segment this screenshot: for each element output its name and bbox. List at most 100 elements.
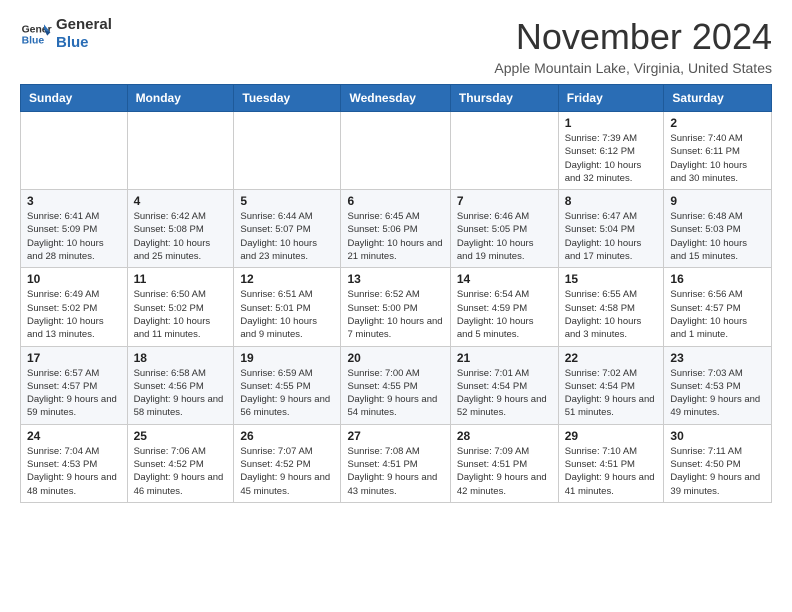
day-info: Sunrise: 7:01 AM Sunset: 4:54 PM Dayligh… [457,367,552,420]
day-header-wednesday: Wednesday [341,85,450,112]
day-header-monday: Monday [127,85,234,112]
calendar-cell: 5Sunrise: 6:44 AM Sunset: 5:07 PM Daylig… [234,190,341,268]
calendar-cell [127,112,234,190]
svg-text:Blue: Blue [22,36,45,47]
day-info: Sunrise: 7:40 AM Sunset: 6:11 PM Dayligh… [670,132,765,185]
day-number: 4 [134,194,228,208]
day-number: 22 [565,351,658,365]
day-info: Sunrise: 6:42 AM Sunset: 5:08 PM Dayligh… [134,210,228,263]
calendar-cell: 10Sunrise: 6:49 AM Sunset: 5:02 PM Dayli… [21,268,128,346]
day-number: 21 [457,351,552,365]
calendar-cell: 9 Sunrise: 6:48 AM Sunset: 5:03 PM Daylig… [664,190,772,268]
day-header-tuesday: Tuesday [234,85,341,112]
calendar-cell: 20Sunrise: 7:00 AM Sunset: 4:55 PM Dayli… [341,346,450,424]
day-info: Sunrise: 6:56 AM Sunset: 4:57 PM Dayligh… [670,288,765,341]
calendar-week-1: 1 Sunrise: 7:39 AM Sunset: 6:12 PM Daylig… [21,112,772,190]
calendar-week-2: 3Sunrise: 6:41 AM Sunset: 5:09 PM Daylig… [21,190,772,268]
calendar-cell: 11 Sunrise: 6:50 AM Sunset: 5:02 PM Dayli… [127,268,234,346]
calendar-cell [234,112,341,190]
calendar-cell: 29Sunrise: 7:10 AM Sunset: 4:51 PM Dayli… [558,424,664,502]
day-header-friday: Friday [558,85,664,112]
day-info: Sunrise: 6:52 AM Sunset: 5:00 PM Dayligh… [347,288,443,341]
calendar-cell: 1 Sunrise: 7:39 AM Sunset: 6:12 PM Daylig… [558,112,664,190]
day-info: Sunrise: 6:54 AM Sunset: 4:59 PM Dayligh… [457,288,552,341]
header: General Blue General Blue November 2024 … [20,16,772,76]
day-info: Sunrise: 7:08 AM Sunset: 4:51 PM Dayligh… [347,445,443,498]
calendar-cell: 8 Sunrise: 6:47 AM Sunset: 5:04 PM Daylig… [558,190,664,268]
calendar-week-5: 24 Sunrise: 7:04 AM Sunset: 4:53 PM Dayli… [21,424,772,502]
day-info: Sunrise: 6:57 AM Sunset: 4:57 PM Dayligh… [27,367,121,420]
day-info: Sunrise: 7:11 AM Sunset: 4:50 PM Dayligh… [670,445,765,498]
calendar-cell: 26 Sunrise: 7:07 AM Sunset: 4:52 PM Dayli… [234,424,341,502]
day-number: 15 [565,272,658,286]
day-number: 2 [670,116,765,130]
page: General Blue General Blue November 2024 … [0,0,792,523]
day-info: Sunrise: 6:46 AM Sunset: 5:05 PM Dayligh… [457,210,552,263]
day-header-saturday: Saturday [664,85,772,112]
day-info: Sunrise: 7:04 AM Sunset: 4:53 PM Dayligh… [27,445,121,498]
day-number: 27 [347,429,443,443]
calendar-cell [450,112,558,190]
day-number: 1 [565,116,658,130]
day-info: Sunrise: 6:59 AM Sunset: 4:55 PM Dayligh… [240,367,334,420]
day-info: Sunrise: 7:06 AM Sunset: 4:52 PM Dayligh… [134,445,228,498]
day-info: Sunrise: 7:39 AM Sunset: 6:12 PM Dayligh… [565,132,658,185]
day-number: 14 [457,272,552,286]
day-info: Sunrise: 6:55 AM Sunset: 4:58 PM Dayligh… [565,288,658,341]
calendar-cell: 24 Sunrise: 7:04 AM Sunset: 4:53 PM Dayli… [21,424,128,502]
day-number: 6 [347,194,443,208]
day-number: 30 [670,429,765,443]
day-number: 13 [347,272,443,286]
calendar-cell: 6 Sunrise: 6:45 AM Sunset: 5:06 PM Daylig… [341,190,450,268]
day-info: Sunrise: 7:03 AM Sunset: 4:53 PM Dayligh… [670,367,765,420]
calendar-cell: 25 Sunrise: 7:06 AM Sunset: 4:52 PM Dayli… [127,424,234,502]
day-number: 23 [670,351,765,365]
day-number: 26 [240,429,334,443]
calendar-cell: 28 Sunrise: 7:09 AM Sunset: 4:51 PM Dayli… [450,424,558,502]
calendar-cell: 21 Sunrise: 7:01 AM Sunset: 4:54 PM Dayli… [450,346,558,424]
day-number: 19 [240,351,334,365]
calendar-cell: 16 Sunrise: 6:56 AM Sunset: 4:57 PM Dayli… [664,268,772,346]
logo: General Blue General Blue [20,16,112,52]
day-number: 5 [240,194,334,208]
month-title: November 2024 [494,16,772,58]
day-info: Sunrise: 6:51 AM Sunset: 5:01 PM Dayligh… [240,288,334,341]
day-number: 20 [347,351,443,365]
day-number: 24 [27,429,121,443]
day-info: Sunrise: 6:49 AM Sunset: 5:02 PM Dayligh… [27,288,121,341]
calendar-cell: 7 Sunrise: 6:46 AM Sunset: 5:05 PM Daylig… [450,190,558,268]
day-number: 9 [670,194,765,208]
calendar-cell: 27 Sunrise: 7:08 AM Sunset: 4:51 PM Dayli… [341,424,450,502]
calendar-cell: 17Sunrise: 6:57 AM Sunset: 4:57 PM Dayli… [21,346,128,424]
calendar-cell: 30 Sunrise: 7:11 AM Sunset: 4:50 PM Dayli… [664,424,772,502]
logo-icon: General Blue [20,18,52,50]
day-number: 29 [565,429,658,443]
calendar: SundayMondayTuesdayWednesdayThursdayFrid… [20,84,772,503]
day-number: 11 [134,272,228,286]
calendar-cell: 3Sunrise: 6:41 AM Sunset: 5:09 PM Daylig… [21,190,128,268]
day-number: 12 [240,272,334,286]
day-number: 16 [670,272,765,286]
day-number: 18 [134,351,228,365]
day-header-sunday: Sunday [21,85,128,112]
calendar-cell: 19 Sunrise: 6:59 AM Sunset: 4:55 PM Dayli… [234,346,341,424]
logo-line1: General [56,16,112,34]
calendar-cell: 12 Sunrise: 6:51 AM Sunset: 5:01 PM Dayli… [234,268,341,346]
day-info: Sunrise: 7:09 AM Sunset: 4:51 PM Dayligh… [457,445,552,498]
day-number: 28 [457,429,552,443]
day-info: Sunrise: 6:50 AM Sunset: 5:02 PM Dayligh… [134,288,228,341]
day-number: 25 [134,429,228,443]
day-number: 7 [457,194,552,208]
day-info: Sunrise: 6:45 AM Sunset: 5:06 PM Dayligh… [347,210,443,263]
day-number: 8 [565,194,658,208]
day-info: Sunrise: 7:07 AM Sunset: 4:52 PM Dayligh… [240,445,334,498]
calendar-week-4: 17Sunrise: 6:57 AM Sunset: 4:57 PM Dayli… [21,346,772,424]
calendar-cell: 18Sunrise: 6:58 AM Sunset: 4:56 PM Dayli… [127,346,234,424]
calendar-cell [341,112,450,190]
calendar-cell: 2 Sunrise: 7:40 AM Sunset: 6:11 PM Daylig… [664,112,772,190]
calendar-cell: 22Sunrise: 7:02 AM Sunset: 4:54 PM Dayli… [558,346,664,424]
calendar-header-row: SundayMondayTuesdayWednesdayThursdayFrid… [21,85,772,112]
day-info: Sunrise: 6:47 AM Sunset: 5:04 PM Dayligh… [565,210,658,263]
calendar-week-3: 10Sunrise: 6:49 AM Sunset: 5:02 PM Dayli… [21,268,772,346]
day-info: Sunrise: 6:48 AM Sunset: 5:03 PM Dayligh… [670,210,765,263]
